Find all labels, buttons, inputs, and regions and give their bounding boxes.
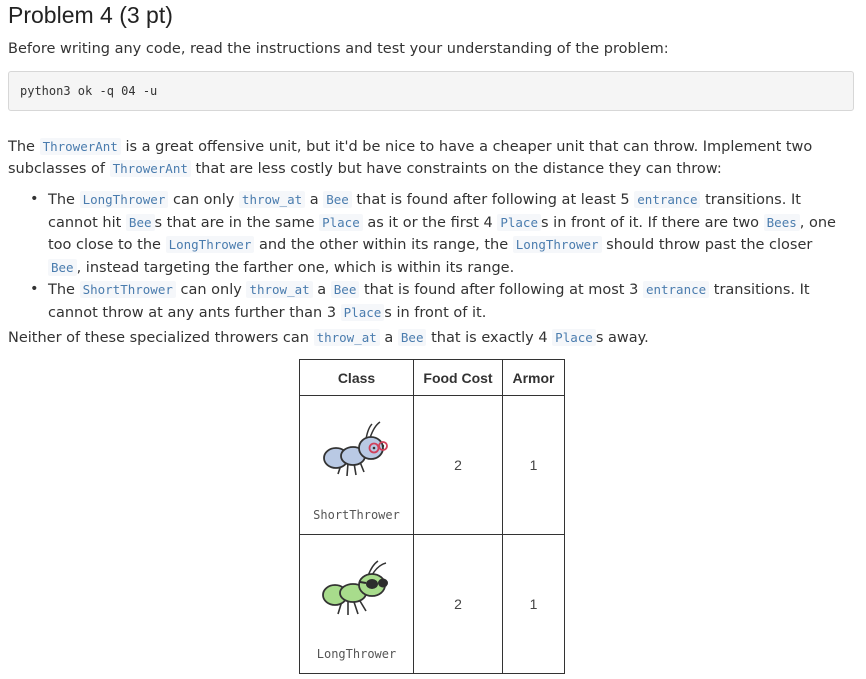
intro-text: Before writing any code, read the instru… — [8, 41, 669, 57]
ant-stats-table: Class Food Cost Armor ShortThrower 2 1 L… — [299, 359, 565, 674]
command-block[interactable]: python3 ok -q 04 -u — [8, 71, 854, 111]
class-cell: LongThrower — [299, 534, 414, 674]
class-name-long-thrower: LongThrower — [316, 647, 397, 661]
table-row: ShortThrower 2 1 — [299, 395, 565, 535]
long-thrower-ant-icon — [322, 560, 388, 615]
header-class: Class — [299, 359, 414, 396]
constraint-paragraph: Neither of these specialized throwers ca… — [8, 329, 649, 346]
class-cell: ShortThrower — [299, 395, 414, 535]
long-thrower-bullet: The LongThrower can only throw_at a Bee … — [30, 189, 848, 279]
thrower-bullet-list: The LongThrower can only throw_at a Bee … — [30, 189, 848, 324]
description-paragraph: The ThrowerAnt is a great offensive unit… — [8, 138, 813, 177]
short-thrower-bullet: The ShortThrower can only throw_at a Bee… — [30, 279, 848, 324]
food-cost-cell: 2 — [413, 395, 503, 535]
code-thrower-ant: ThrowerAnt — [109, 160, 191, 177]
header-food-cost: Food Cost — [413, 359, 503, 396]
table-header-row: Class Food Cost Armor — [299, 359, 565, 396]
problem-page: Problem 4 (3 pt) Before writing any code… — [0, 0, 866, 679]
food-cost-cell: 2 — [413, 534, 503, 674]
problem-title: Problem 4 (3 pt) — [8, 2, 173, 28]
header-armor: Armor — [502, 359, 565, 396]
short-thrower-ant-icon — [323, 421, 388, 477]
armor-cell: 1 — [502, 534, 565, 674]
armor-cell: 1 — [502, 395, 565, 535]
table-row: LongThrower 2 1 — [299, 534, 565, 674]
code-thrower-ant: ThrowerAnt — [39, 138, 121, 155]
class-name-short-thrower: ShortThrower — [313, 508, 400, 522]
